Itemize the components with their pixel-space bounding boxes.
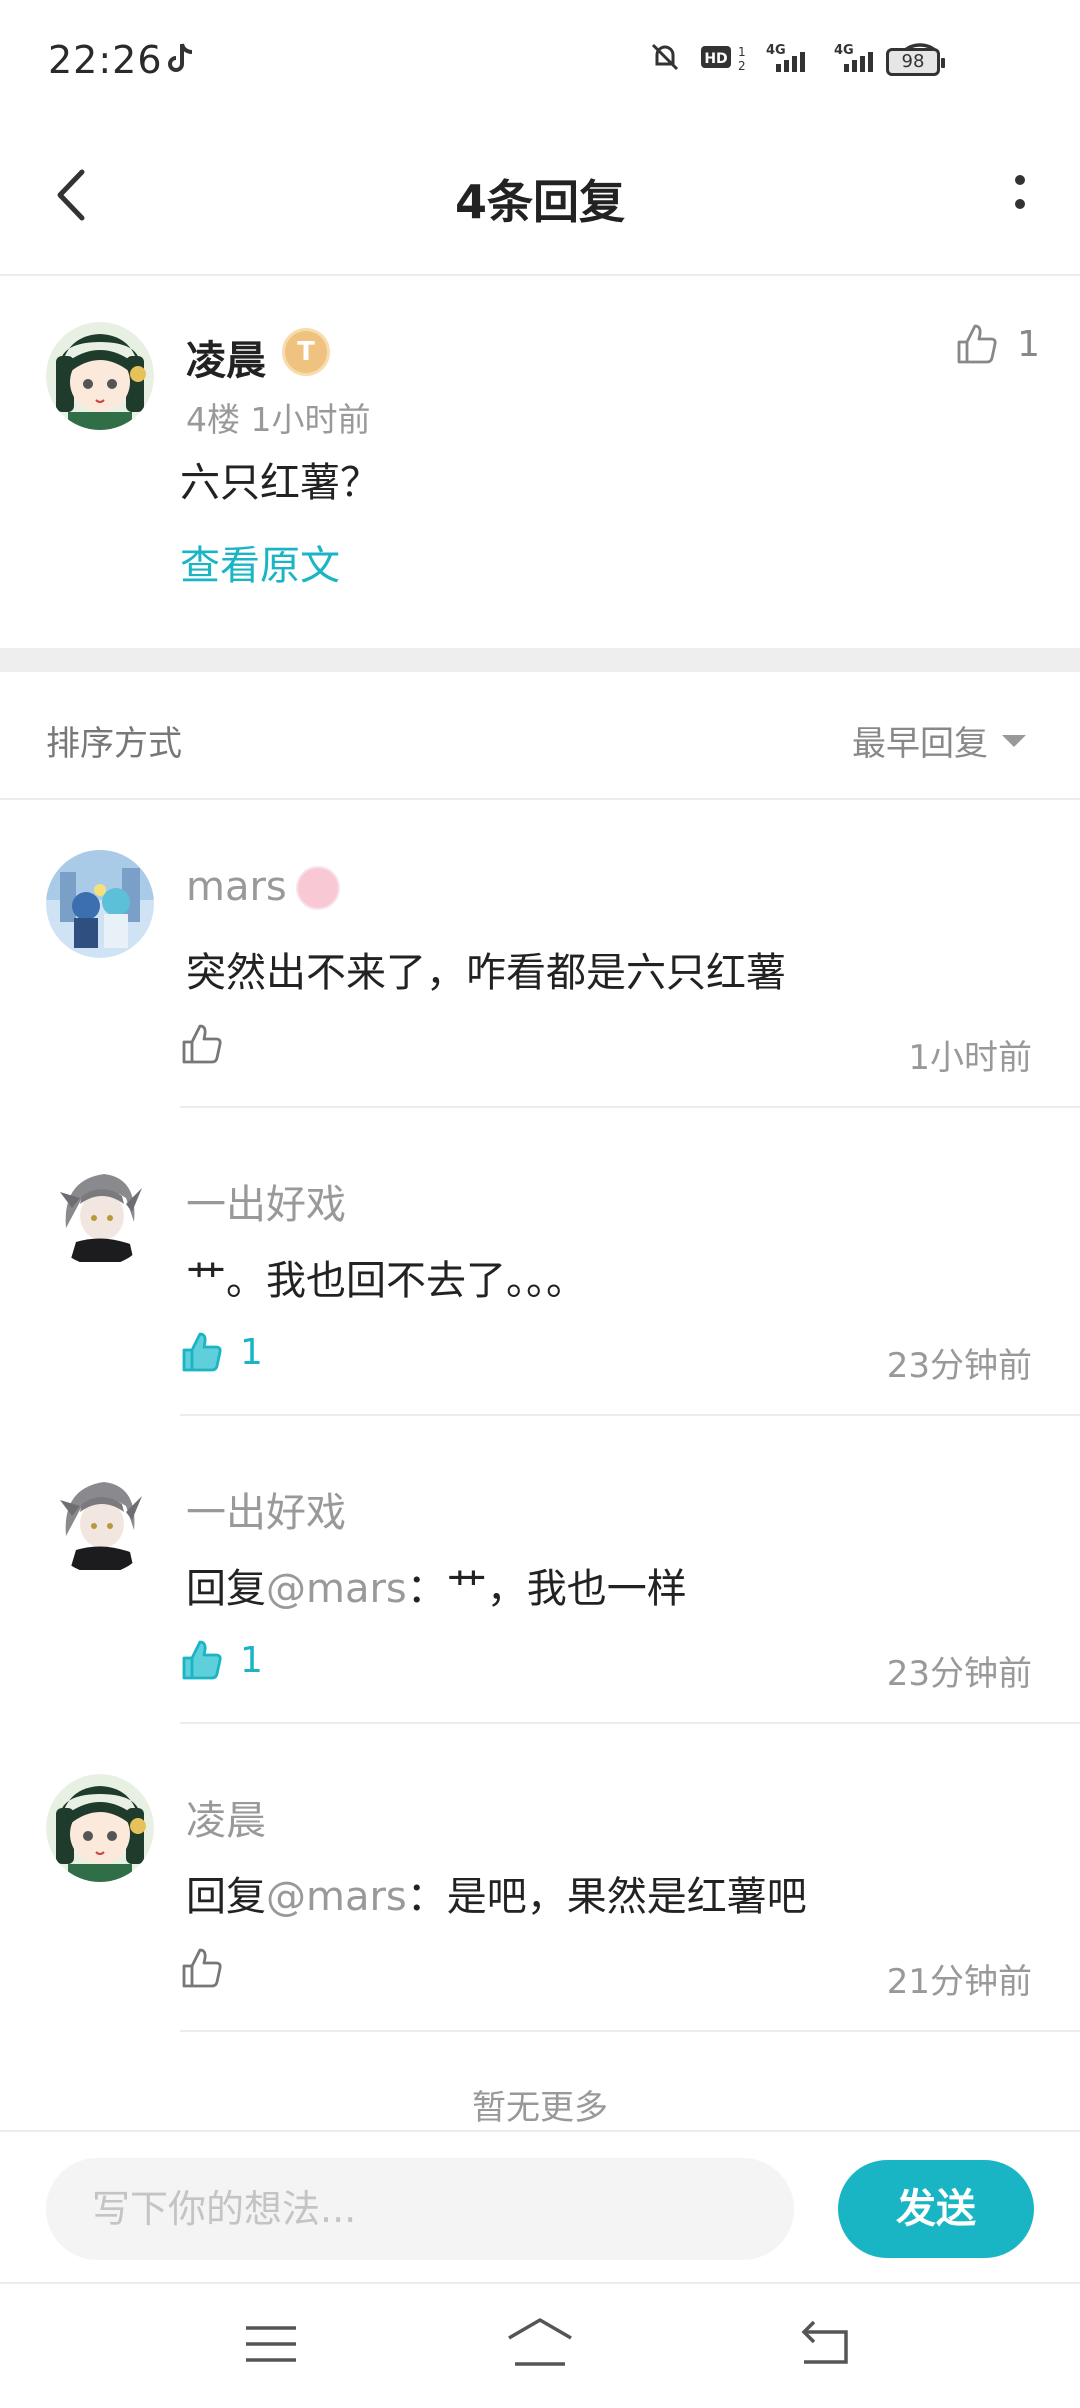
- signal-4g-icon: 4G: [766, 43, 805, 72]
- reply-author-name[interactable]: 一出好戏: [186, 1480, 346, 1538]
- reply-like-button[interactable]: 1: [180, 1638, 263, 1682]
- thumbs-up-icon: [182, 1948, 222, 1988]
- reply-item: mars 突然出不来了，咋看都是六只红薯 1小时前: [0, 800, 1080, 1108]
- signal-4g-icon: 4G: [834, 43, 873, 72]
- menu-icon[interactable]: [236, 2314, 306, 2374]
- avatar[interactable]: [46, 850, 154, 958]
- reply-prefix: 回复: [186, 1566, 266, 1612]
- thumbs-up-icon: [957, 324, 997, 364]
- status-bar: 22:26 HD 1 2 4G 4G 98: [0, 0, 1080, 120]
- tiktok-icon: [168, 43, 193, 72]
- sort-dropdown[interactable]: 最早回复: [852, 716, 1026, 765]
- reply-author-name[interactable]: 一出好戏: [186, 1172, 346, 1230]
- post-like-count: 1: [1017, 323, 1040, 365]
- avatar[interactable]: [46, 322, 154, 430]
- original-post: 凌晨 T 4楼 1小时前 六只红薯？ 查看原文 1: [0, 278, 1080, 648]
- caret-down-icon: [1002, 734, 1026, 747]
- post-like-button[interactable]: 1: [955, 322, 1040, 366]
- view-original-link[interactable]: 查看原文: [180, 533, 340, 591]
- home-icon[interactable]: [505, 2314, 575, 2374]
- fan-badge-icon: [296, 866, 340, 910]
- page-title: 4条回复: [454, 175, 625, 229]
- svg-text:4G: 4G: [766, 43, 786, 58]
- reply-item: 凌晨 回复@mars：是吧，果然是红薯吧 21分钟前: [0, 1724, 1080, 2032]
- battery-icon: 98: [886, 48, 945, 76]
- thumbs-up-filled-icon: [182, 1332, 222, 1372]
- comment-input-bar: 发送: [0, 2130, 1080, 2280]
- post-content: 六只红薯？: [180, 460, 380, 506]
- reply-item: 一出好戏 回复@mars：艹，我也一样 1 23分钟前: [0, 1416, 1080, 1724]
- level-badge: T: [282, 328, 330, 376]
- mention-link[interactable]: @mars: [266, 1566, 407, 1612]
- thumbs-up-icon: [182, 1024, 222, 1064]
- reply-author-name[interactable]: mars: [186, 864, 287, 910]
- svg-text:1: 1: [738, 45, 746, 59]
- reply-body: ：艹，我也一样: [406, 1566, 687, 1612]
- reply-body: ：是吧，果然是红薯吧: [406, 1874, 807, 1920]
- thumbs-up-filled-icon: [182, 1640, 222, 1680]
- reply-text: 回复@mars：是吧，果然是红薯吧: [186, 1864, 807, 1922]
- reply-like-count: 1: [240, 1639, 263, 1681]
- hd-icon: HD 1 2: [701, 45, 746, 73]
- avatar[interactable]: [46, 1774, 154, 1882]
- no-more-label: 暂无更多: [472, 2088, 608, 2128]
- back-icon[interactable]: [790, 2314, 860, 2374]
- reply-text: 突然出不来了，咋看都是六只红薯: [186, 950, 786, 996]
- reply-text: 回复@mars：艹，我也一样: [186, 1556, 687, 1614]
- reply-time: 23分钟前: [886, 1654, 1032, 1694]
- send-button[interactable]: 发送: [838, 2160, 1034, 2258]
- reply-item: 一出好戏 艹。我也回不去了。。。 1 23分钟前: [0, 1108, 1080, 1416]
- sort-bar: 排序方式 最早回复: [0, 672, 1080, 800]
- post-meta: 4楼 1小时前: [186, 400, 371, 439]
- svg-text:HD: HD: [704, 51, 727, 67]
- reply-like-button[interactable]: 1: [180, 1330, 263, 1374]
- header: 4条回复: [0, 120, 1080, 276]
- mute-icon: [651, 43, 679, 71]
- section-divider: [0, 648, 1080, 672]
- comment-input[interactable]: [46, 2158, 794, 2260]
- avatar[interactable]: [46, 1158, 154, 1266]
- status-time: 22:26: [48, 38, 163, 82]
- reply-like-button[interactable]: [180, 1946, 240, 1990]
- reply-text: 艹。我也回不去了。。。: [186, 1258, 586, 1304]
- reply-time: 21分钟前: [886, 1962, 1032, 2002]
- more-vertical-icon[interactable]: [990, 160, 1050, 230]
- reply-time: 1小时前: [908, 1038, 1032, 1078]
- sort-label: 排序方式: [46, 724, 182, 764]
- sort-value: 最早回复: [852, 724, 988, 764]
- reply-like-count: 1: [240, 1331, 263, 1373]
- reply-prefix: 回复: [186, 1874, 266, 1920]
- reply-time: 23分钟前: [886, 1346, 1032, 1386]
- divider: [180, 2030, 1080, 2032]
- svg-text:4G: 4G: [834, 43, 854, 58]
- svg-text:2: 2: [738, 59, 746, 73]
- post-author-name[interactable]: 凌晨: [186, 328, 266, 386]
- reply-like-button[interactable]: [180, 1022, 240, 1066]
- system-nav-bar: [0, 2282, 1080, 2408]
- avatar[interactable]: [46, 1466, 154, 1574]
- reply-author-name[interactable]: 凌晨: [186, 1788, 266, 1846]
- mention-link[interactable]: @mars: [266, 1874, 407, 1920]
